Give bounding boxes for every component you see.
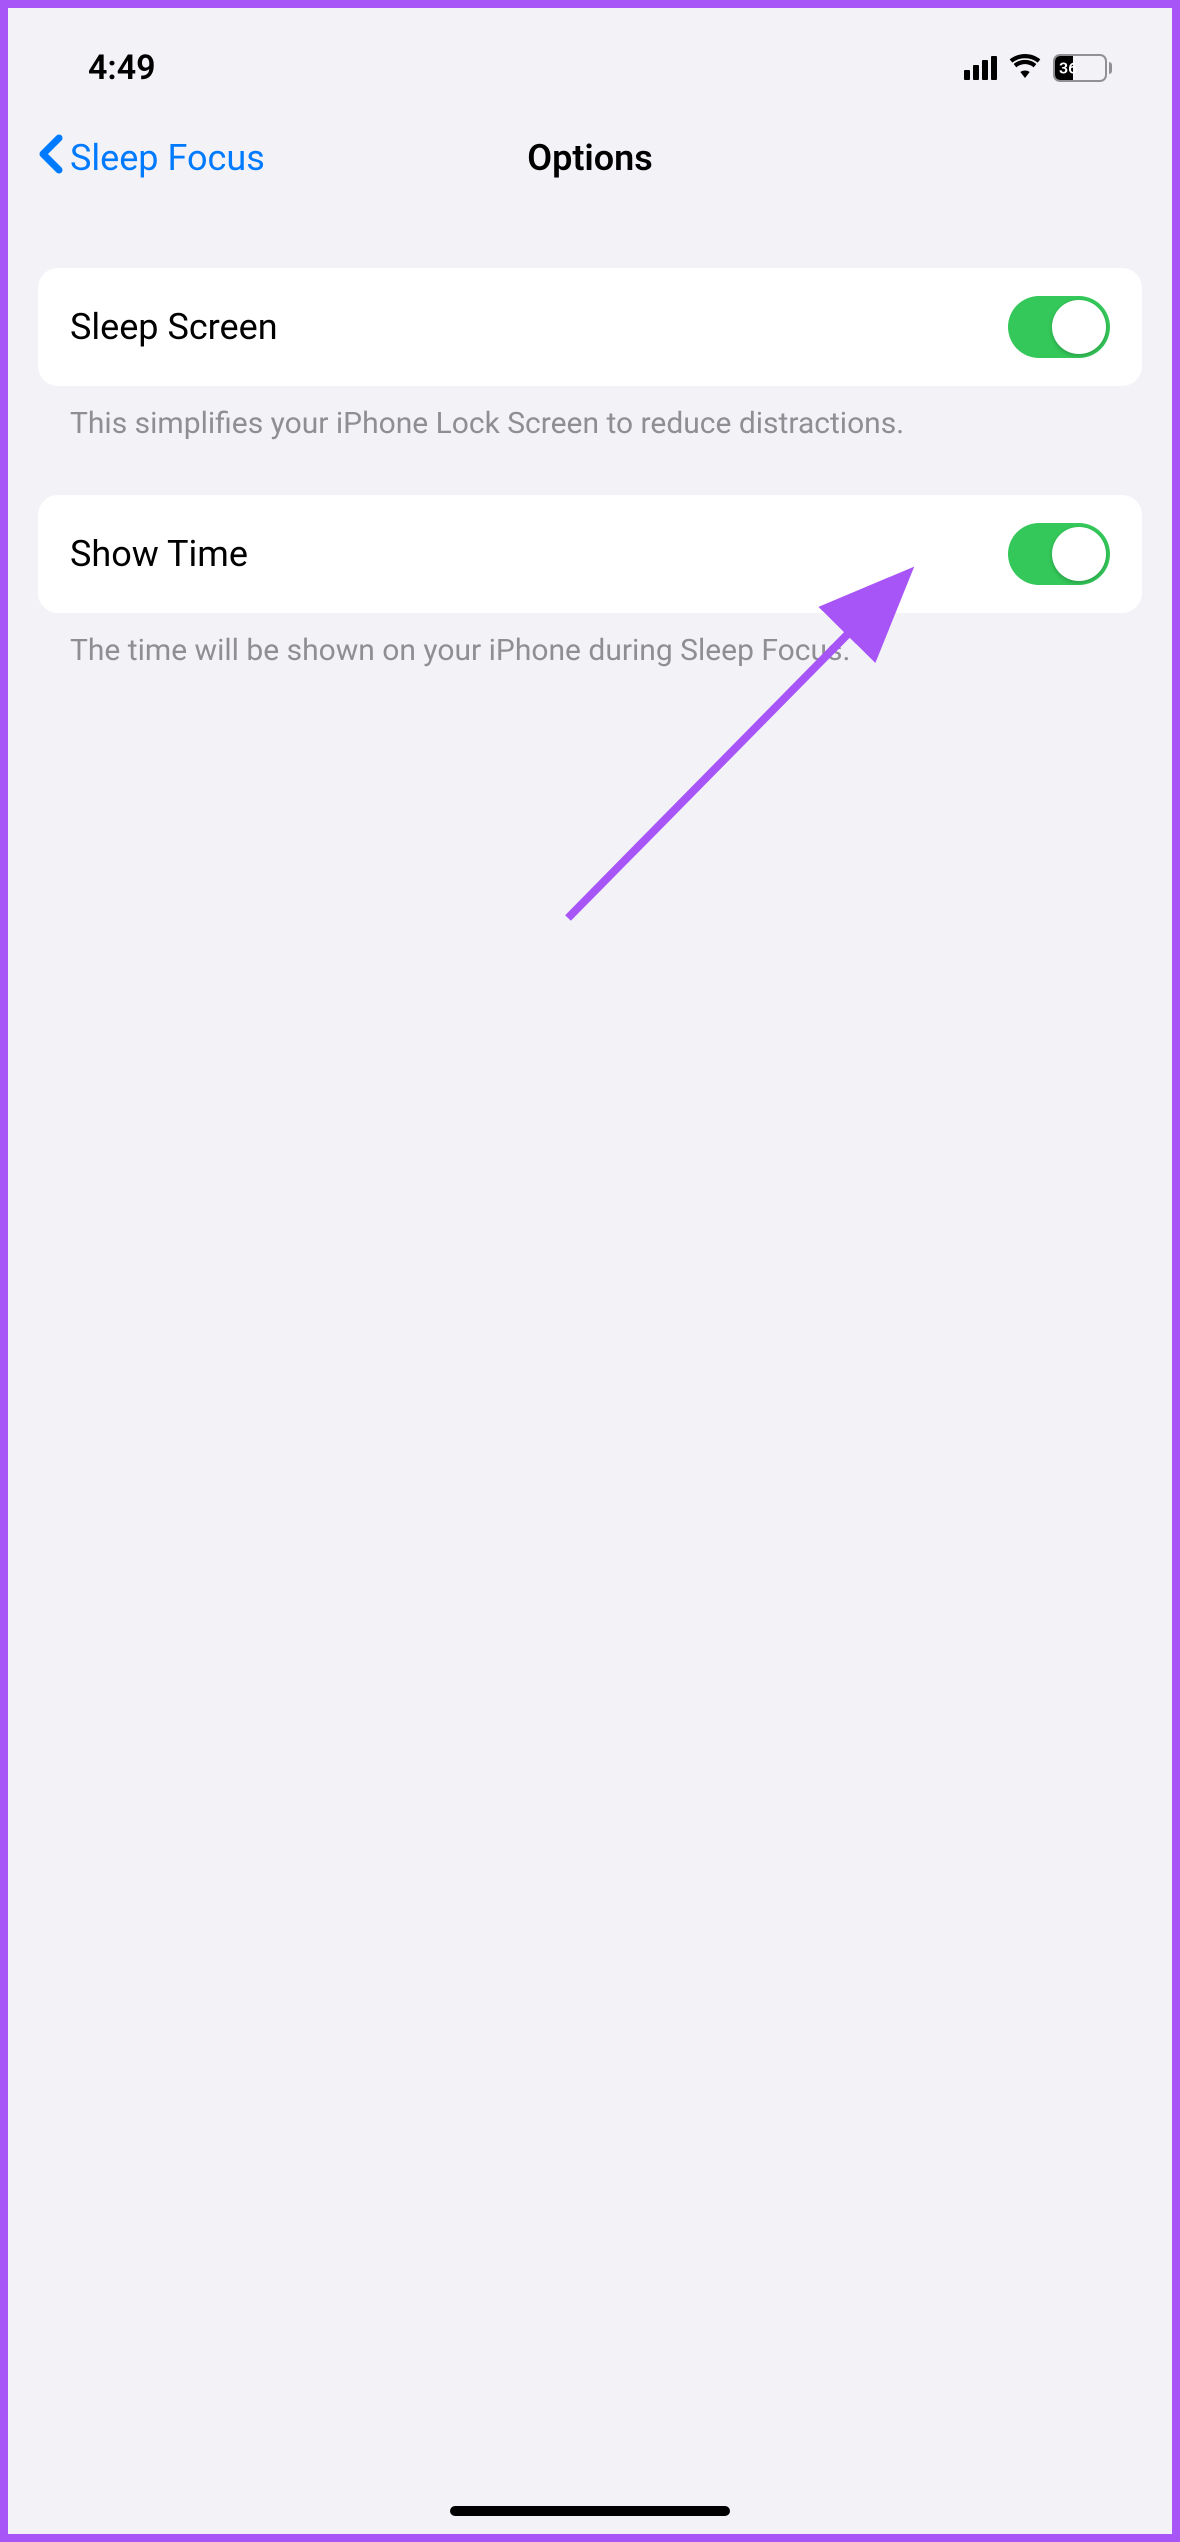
back-button[interactable]: Sleep Focus [38,134,265,183]
content-area: Sleep Screen This simplifies your iPhone… [8,208,1172,721]
page-title: Options [527,137,653,179]
sleep-screen-label: Sleep Screen [70,306,278,348]
home-indicator[interactable] [450,2506,730,2516]
battery-percent: 36 [1055,59,1105,78]
sleep-screen-toggle[interactable] [1008,296,1110,358]
wifi-icon [1009,54,1041,82]
show-time-description: The time will be shown on your iPhone du… [38,613,1142,722]
navigation-bar: Sleep Focus Options [8,108,1172,208]
toggle-knob [1052,527,1106,581]
phone-frame: 4:49 36 [8,8,1172,2534]
status-time: 4:49 [88,48,156,88]
cellular-signal-icon [964,56,997,80]
show-time-row: Show Time [38,495,1142,613]
status-bar: 4:49 36 [8,8,1172,108]
back-label: Sleep Focus [70,137,265,179]
show-time-label: Show Time [70,533,248,575]
toggle-knob [1052,300,1106,354]
battery-icon: 36 [1053,54,1112,82]
sleep-screen-row: Sleep Screen [38,268,1142,386]
sleep-screen-description: This simplifies your iPhone Lock Screen … [38,386,1142,495]
show-time-toggle[interactable] [1008,523,1110,585]
chevron-left-icon [38,134,64,183]
status-indicators: 36 [964,54,1112,82]
